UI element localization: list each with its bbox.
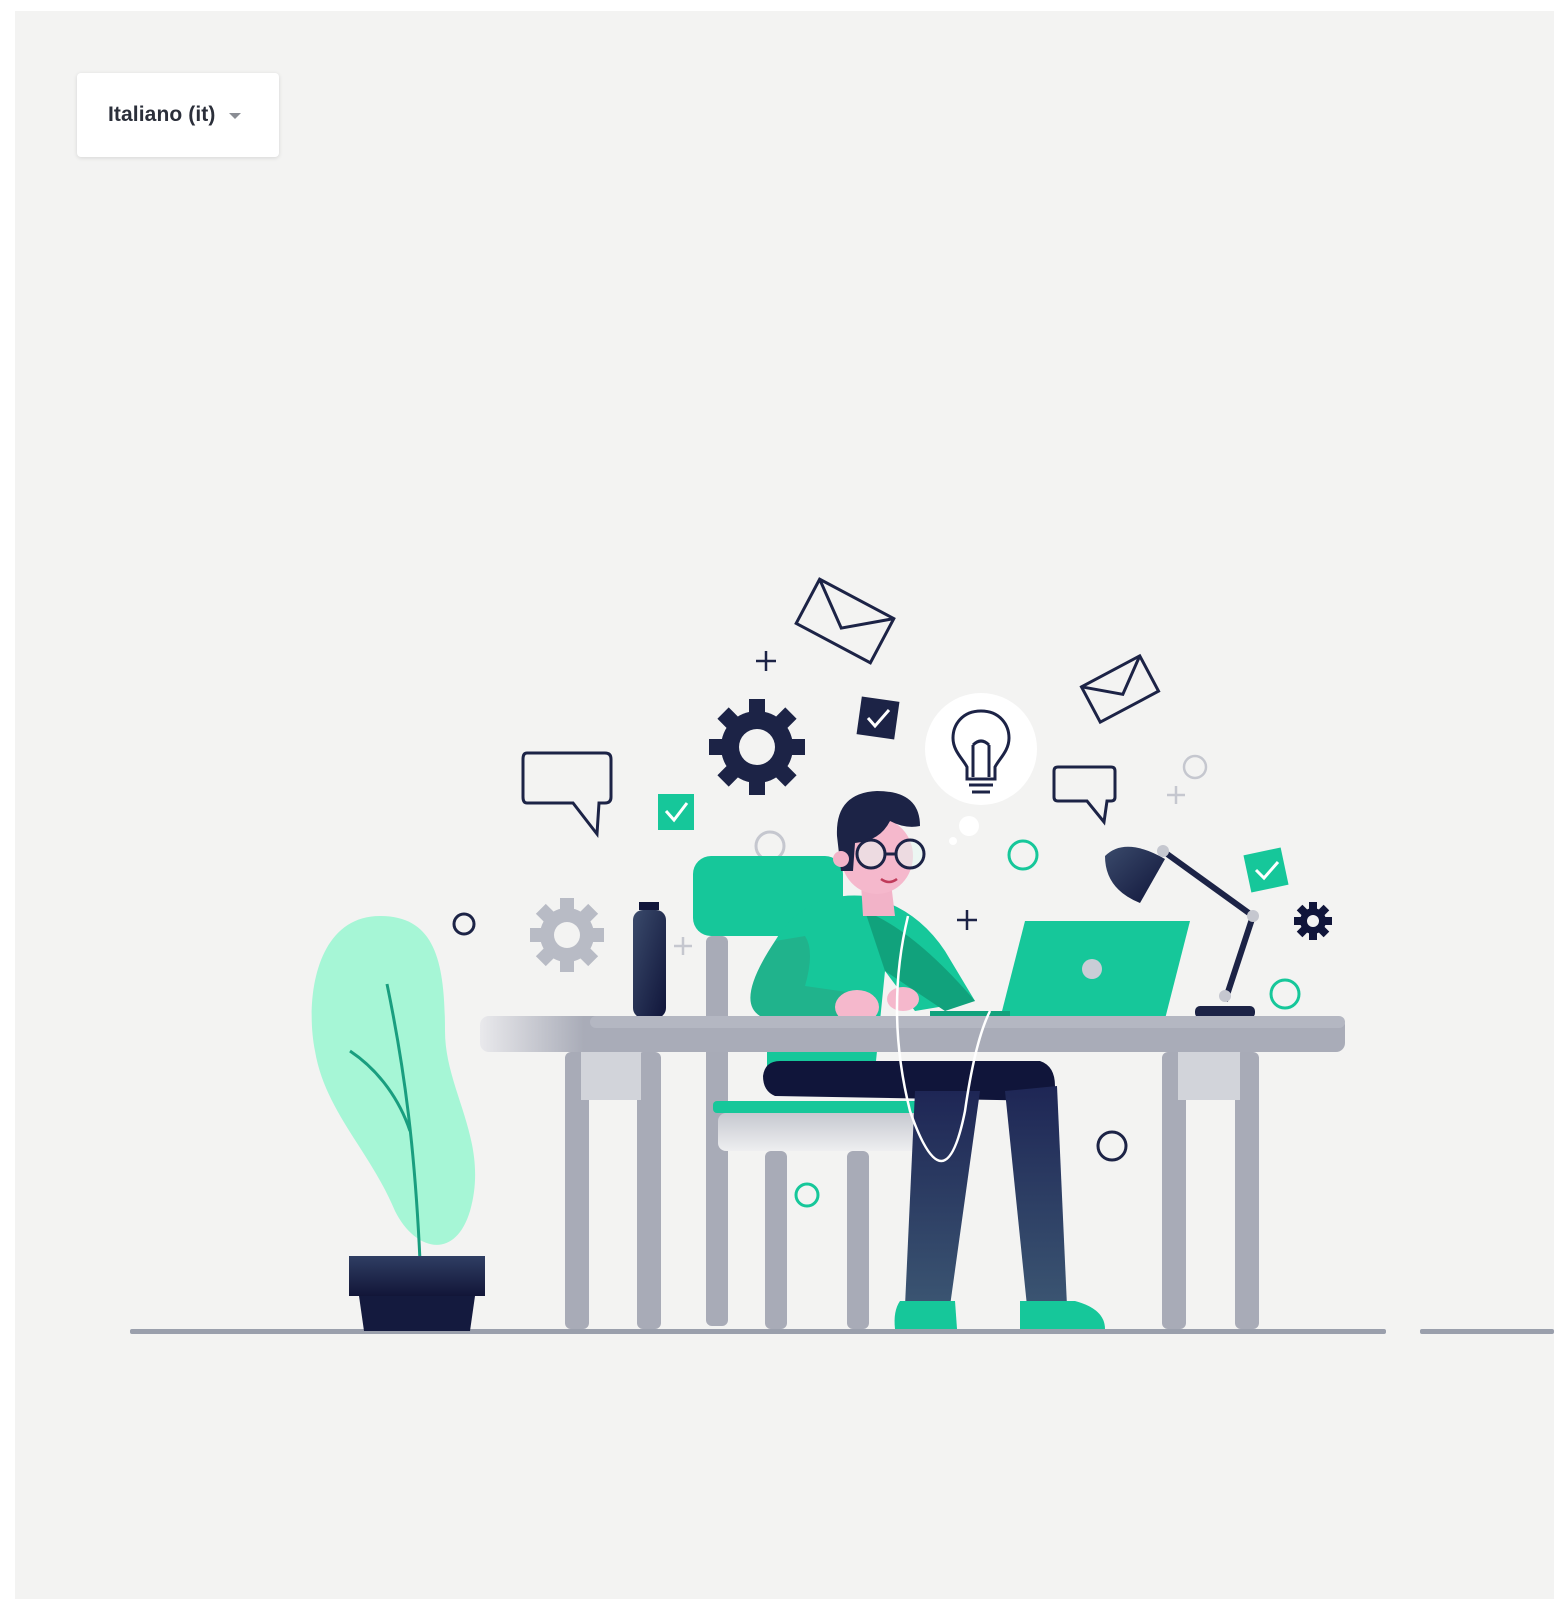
person-leg [1005,1086,1067,1306]
plant-pot-rim [349,1256,485,1296]
chair-leg [847,1151,869,1329]
circle-decoration [1096,1130,1128,1162]
desk-drawer [581,1052,641,1100]
thought-bubble-dot [949,837,957,845]
checkbox-icon [856,696,900,740]
chair-leg [765,1151,787,1329]
floor-line-right [1420,1329,1554,1334]
envelope-icon [794,577,896,665]
circle-decoration [1182,754,1208,780]
floor-line [130,1329,1386,1334]
person-shoe [894,1301,957,1329]
plus-icon [756,651,776,671]
checkbox-icon [658,794,694,830]
gear-icon [530,898,604,972]
circle-decoration [452,912,476,936]
gear-icon [709,699,805,795]
speech-bubble-icon [1052,765,1117,826]
gear-icon [1294,902,1332,940]
water-bottle [633,902,666,1018]
desk-top-edge [590,1016,1345,1028]
person-ear [833,851,849,867]
person-hand [887,987,919,1011]
plant-pot [359,1296,475,1331]
login-page-background: Italiano (it) [15,11,1554,1599]
laptop-logo [1082,959,1102,979]
plant-leaf [311,916,476,1245]
circle-decoration [1269,978,1301,1010]
plus-icon [957,910,977,930]
envelope-icon [1079,653,1161,725]
workspace-illustration [130,577,1554,1334]
plus-icon [1167,786,1185,804]
person-leg [905,1091,980,1306]
circle-decoration [794,1182,820,1208]
circle-decoration [1007,839,1039,871]
speech-bubble-icon [521,751,613,839]
plus-icon [674,937,692,955]
circle-decoration [754,830,786,862]
person-shoe [1020,1301,1105,1329]
thought-bubble-dot [959,816,979,836]
checkbox-icon [1243,847,1289,893]
chair-seat-base [718,1113,938,1151]
desk-drawer [1178,1052,1240,1100]
